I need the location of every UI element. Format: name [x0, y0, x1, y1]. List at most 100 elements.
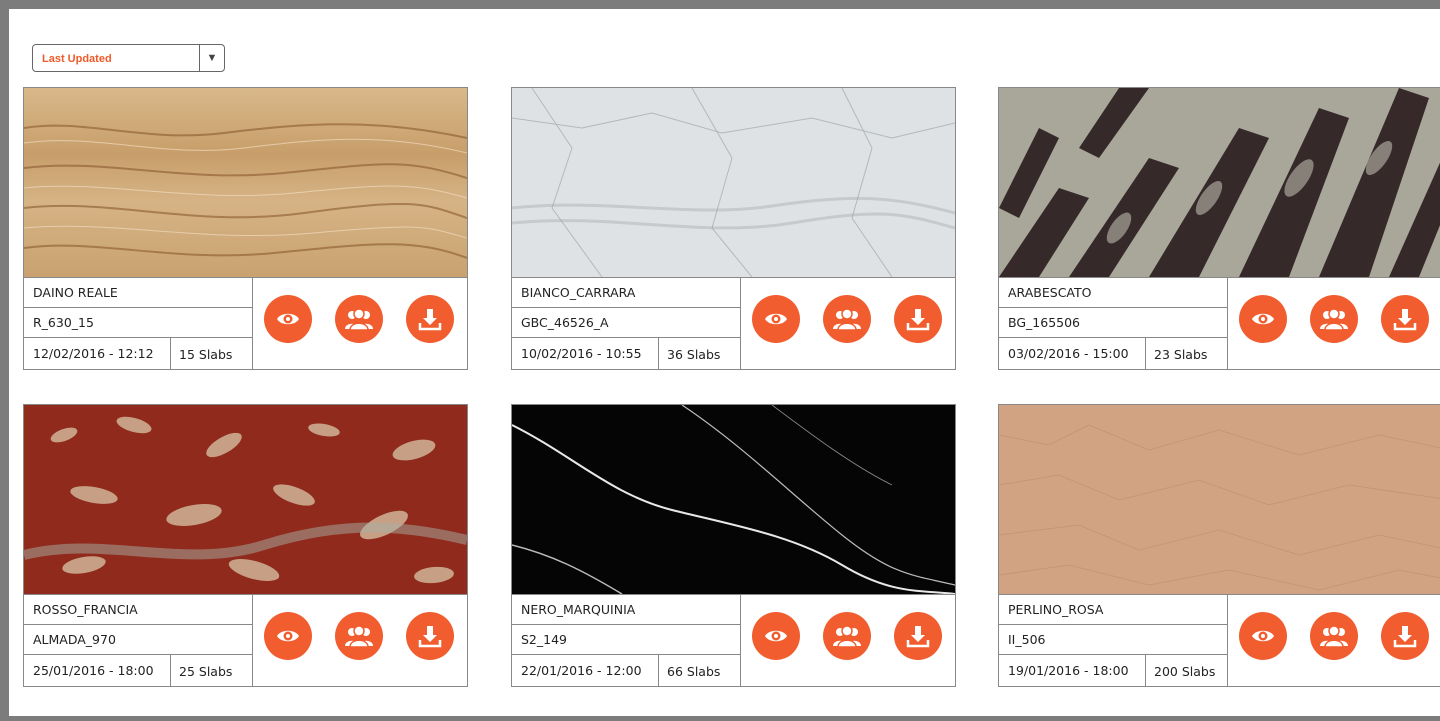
slab-name: NERO_MARQUINIA — [512, 594, 740, 624]
slab-name: ROSSO_FRANCIA — [24, 594, 252, 624]
users-icon — [345, 625, 373, 648]
slab-name: ARABESCATO — [999, 277, 1227, 307]
slab-actions — [740, 277, 955, 369]
slab-name: BIANCO_CARRARA — [512, 277, 740, 307]
share-button[interactable] — [1310, 295, 1358, 343]
slab-card: PERLINO_ROSA II_506 19/01/2016 - 18:00 2… — [998, 404, 1440, 687]
slab-date: 25/01/2016 - 18:00 — [24, 655, 171, 686]
marble-texture — [999, 405, 1440, 594]
slab-count: 25 Slabs — [179, 664, 233, 679]
marble-texture — [512, 88, 955, 277]
share-button[interactable] — [335, 295, 383, 343]
slab-count: 66 Slabs — [667, 664, 721, 679]
download-button[interactable] — [894, 295, 942, 343]
slab-actions — [1227, 594, 1440, 686]
slab-info: BIANCO_CARRARA GBC_46526_A 10/02/2016 - … — [512, 277, 740, 369]
sort-dropdown[interactable]: Last Updated ▼ — [32, 44, 225, 72]
users-icon — [833, 625, 861, 648]
eye-icon — [1252, 313, 1274, 325]
slab-date: 12/02/2016 - 12:12 — [24, 338, 171, 369]
slab-code: BG_165506 — [999, 307, 1227, 337]
slab-code: S2_149 — [512, 624, 740, 654]
download-button[interactable] — [406, 295, 454, 343]
slab-image[interactable] — [999, 405, 1440, 594]
download-icon — [1393, 309, 1417, 331]
slab-info: DAINO REALE R_630_15 12/02/2016 - 12:12 … — [24, 277, 252, 369]
slab-card: BIANCO_CARRARA GBC_46526_A 10/02/2016 - … — [511, 87, 956, 370]
slab-count: 15 Slabs — [179, 347, 233, 362]
sort-dropdown-label: Last Updated — [42, 53, 112, 65]
slab-actions — [740, 594, 955, 686]
share-button[interactable] — [1310, 612, 1358, 660]
users-icon — [345, 308, 373, 331]
download-button[interactable] — [894, 612, 942, 660]
view-button[interactable] — [752, 295, 800, 343]
marble-texture — [24, 88, 467, 277]
slab-info: ARABESCATO BG_165506 03/02/2016 - 15:00 … — [999, 277, 1227, 369]
eye-icon — [277, 630, 299, 642]
slab-date: 22/01/2016 - 12:00 — [512, 655, 659, 686]
slab-info: PERLINO_ROSA II_506 19/01/2016 - 18:00 2… — [999, 594, 1227, 686]
slab-card: NERO_MARQUINIA S2_149 22/01/2016 - 12:00… — [511, 404, 956, 687]
view-button[interactable] — [1239, 612, 1287, 660]
slab-count: 23 Slabs — [1154, 347, 1208, 362]
slab-info: ROSSO_FRANCIA ALMADA_970 25/01/2016 - 18… — [24, 594, 252, 686]
slab-count: 36 Slabs — [667, 347, 721, 362]
slab-meta: 22/01/2016 - 12:00 66 Slabs — [512, 654, 740, 686]
users-icon — [833, 308, 861, 331]
slab-code: ALMADA_970 — [24, 624, 252, 654]
slab-actions — [252, 277, 467, 369]
view-button[interactable] — [264, 612, 312, 660]
download-icon — [418, 309, 442, 331]
users-icon — [1320, 308, 1348, 331]
slab-meta: 03/02/2016 - 15:00 23 Slabs — [999, 337, 1227, 369]
slab-image[interactable] — [512, 405, 955, 594]
slab-date: 03/02/2016 - 15:00 — [999, 338, 1146, 369]
slab-meta: 12/02/2016 - 12:12 15 Slabs — [24, 337, 252, 369]
share-button[interactable] — [335, 612, 383, 660]
slab-image[interactable] — [24, 88, 467, 277]
slab-date: 19/01/2016 - 18:00 — [999, 655, 1146, 686]
marble-texture — [24, 405, 467, 594]
slab-card: DAINO REALE R_630_15 12/02/2016 - 12:12 … — [23, 87, 468, 370]
view-button[interactable] — [752, 612, 800, 660]
slab-card: ROSSO_FRANCIA ALMADA_970 25/01/2016 - 18… — [23, 404, 468, 687]
slab-card: ARABESCATO BG_165506 03/02/2016 - 15:00 … — [998, 87, 1440, 370]
download-button[interactable] — [406, 612, 454, 660]
chevron-down-icon[interactable]: ▼ — [199, 45, 224, 71]
slab-image[interactable] — [999, 88, 1440, 277]
slab-meta: 19/01/2016 - 18:00 200 Slabs — [999, 654, 1227, 686]
view-button[interactable] — [264, 295, 312, 343]
slab-image[interactable] — [24, 405, 467, 594]
download-button[interactable] — [1381, 295, 1429, 343]
page-frame: Last Updated ▼ DAINO REALE R_630_15 12/0… — [0, 0, 1440, 721]
slab-meta: 25/01/2016 - 18:00 25 Slabs — [24, 654, 252, 686]
slab-code: R_630_15 — [24, 307, 252, 337]
slab-info: NERO_MARQUINIA S2_149 22/01/2016 - 12:00… — [512, 594, 740, 686]
share-button[interactable] — [823, 295, 871, 343]
download-icon — [906, 309, 930, 331]
eye-icon — [277, 313, 299, 325]
slab-date: 10/02/2016 - 10:55 — [512, 338, 659, 369]
view-button[interactable] — [1239, 295, 1287, 343]
marble-texture — [999, 88, 1440, 277]
slab-meta: 10/02/2016 - 10:55 36 Slabs — [512, 337, 740, 369]
slab-actions — [1227, 277, 1440, 369]
slab-name: PERLINO_ROSA — [999, 594, 1227, 624]
slab-name: DAINO REALE — [24, 277, 252, 307]
eye-icon — [765, 313, 787, 325]
download-icon — [1393, 626, 1417, 648]
share-button[interactable] — [823, 612, 871, 660]
marble-texture — [512, 405, 955, 594]
eye-icon — [1252, 630, 1274, 642]
slab-image[interactable] — [512, 88, 955, 277]
download-icon — [418, 626, 442, 648]
slab-code: II_506 — [999, 624, 1227, 654]
eye-icon — [765, 630, 787, 642]
users-icon — [1320, 625, 1348, 648]
slab-count: 200 Slabs — [1154, 664, 1216, 679]
download-button[interactable] — [1381, 612, 1429, 660]
download-icon — [906, 626, 930, 648]
slab-code: GBC_46526_A — [512, 307, 740, 337]
slab-actions — [252, 594, 467, 686]
